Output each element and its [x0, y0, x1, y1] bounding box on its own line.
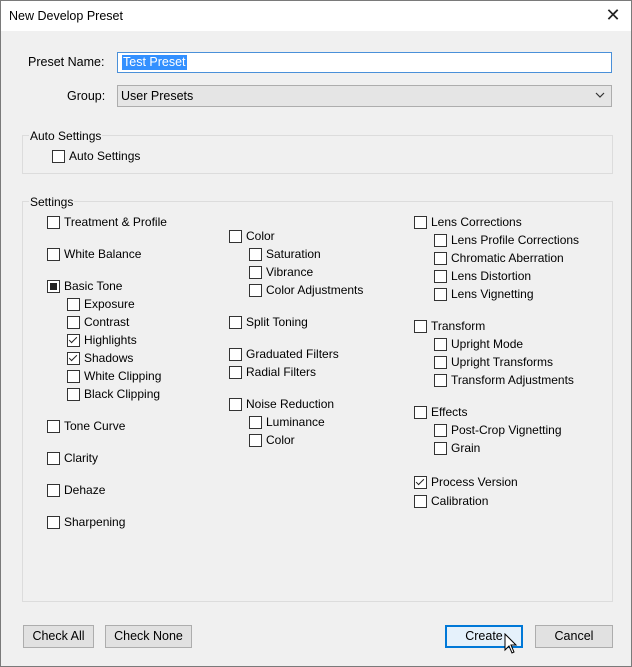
title-bar: New Develop Preset ✕ [1, 1, 631, 31]
checkbox-label: Noise Reduction [246, 397, 335, 411]
checkbox-label: Grain [451, 441, 481, 455]
checkbox-label: Shadows [84, 351, 134, 365]
checkbox-box[interactable] [414, 495, 427, 508]
checkbox-box[interactable] [249, 284, 262, 297]
checkbox-box[interactable] [414, 406, 427, 419]
checkbox-label: Luminance [266, 415, 325, 429]
checkbox-box[interactable] [229, 230, 242, 243]
checkbox-label: Color [266, 433, 295, 447]
checkbox-box[interactable] [67, 370, 80, 383]
check-none-button[interactable]: Check None [105, 625, 192, 648]
checkbox-label: Highlights [84, 333, 137, 347]
auto-settings-legend: Auto Settings [29, 129, 103, 143]
checkbox-label: Lens Profile Corrections [451, 233, 580, 247]
preset-name-label: Preset Name: [28, 55, 105, 69]
window-title: New Develop Preset [9, 9, 123, 23]
checkbox-label: Black Clipping [84, 387, 161, 401]
checkbox-box[interactable] [249, 248, 262, 261]
checkbox-box[interactable] [47, 280, 60, 293]
checkbox-box[interactable] [47, 484, 60, 497]
checkbox-box[interactable] [67, 388, 80, 401]
checkbox-label: Transform Adjustments [451, 373, 574, 387]
checkbox-label: Effects [431, 405, 468, 419]
checkbox-label: Tone Curve [64, 419, 126, 433]
checkbox-box[interactable] [249, 434, 262, 447]
checkbox-box[interactable] [47, 452, 60, 465]
checkbox-box[interactable] [434, 234, 447, 247]
checkbox-box[interactable] [434, 374, 447, 387]
checkbox-label: Post-Crop Vignetting [451, 423, 562, 437]
group-value: User Presets [121, 89, 194, 103]
checkbox-label: Exposure [84, 297, 135, 311]
checkbox-box[interactable] [434, 356, 447, 369]
checkbox-box[interactable] [67, 316, 80, 329]
checkbox-box[interactable] [434, 442, 447, 455]
checkbox-box[interactable] [47, 516, 60, 529]
checkbox-label: Radial Filters [246, 365, 317, 379]
checkbox-box[interactable] [47, 420, 60, 433]
preset-name-input[interactable]: Test Preset [117, 52, 612, 73]
group-label: Group: [67, 89, 106, 103]
group-select[interactable]: User Presets [117, 85, 612, 107]
checkbox-label: Graduated Filters [246, 347, 339, 361]
checkbox-label: Split Toning [246, 315, 308, 329]
checkbox-label: Upright Transforms [451, 355, 554, 369]
preset-name-value: Test Preset [122, 55, 187, 70]
checkbox-box[interactable] [434, 288, 447, 301]
checkbox-label: Sharpening [64, 515, 126, 529]
checkbox-label: Clarity [64, 451, 99, 465]
dialog-window: New Develop Preset ✕ Preset Name: Test P… [0, 0, 632, 667]
checkbox-label: Process Version [431, 475, 518, 489]
checkbox-label: Calibration [431, 494, 489, 508]
chevron-down-icon [595, 92, 605, 98]
check-all-button[interactable]: Check All [23, 625, 94, 648]
settings-legend: Settings [29, 195, 75, 209]
checkbox-label: Lens Vignetting [451, 287, 534, 301]
checkbox-label: Treatment & Profile [64, 215, 167, 229]
checkbox-label: Upright Mode [451, 337, 524, 351]
checkbox-label: Color [246, 229, 275, 243]
checkbox-box[interactable] [67, 334, 80, 347]
checkbox-box[interactable] [434, 338, 447, 351]
checkbox-box[interactable] [229, 348, 242, 361]
checkbox-box[interactable] [52, 150, 65, 163]
mouse-cursor-icon [504, 633, 518, 654]
checkbox-box[interactable] [67, 298, 80, 311]
checkbox-label: Chromatic Aberration [451, 251, 564, 265]
cancel-button[interactable]: Cancel [535, 625, 613, 648]
checkbox-box[interactable] [229, 398, 242, 411]
checkbox-box[interactable] [414, 216, 427, 229]
checkbox-label: Transform [431, 319, 486, 333]
checkbox-box[interactable] [229, 366, 242, 379]
checkbox-box[interactable] [67, 352, 80, 365]
checkbox-label: White Clipping [84, 369, 162, 383]
checkbox-label: Lens Distortion [451, 269, 532, 283]
checkbox-label: Basic Tone [64, 279, 123, 293]
checkbox-box[interactable] [434, 270, 447, 283]
checkbox-box[interactable] [414, 320, 427, 333]
checkbox-label: Contrast [84, 315, 130, 329]
checkbox-box[interactable] [229, 316, 242, 329]
checkbox-box[interactable] [434, 424, 447, 437]
checkbox-box[interactable] [47, 216, 60, 229]
checkbox-box[interactable] [249, 416, 262, 429]
checkbox-box[interactable] [434, 252, 447, 265]
checkbox-label: Auto Settings [69, 149, 141, 163]
close-icon[interactable]: ✕ [601, 4, 625, 28]
checkbox-label: Dehaze [64, 483, 106, 497]
checkbox-box[interactable] [414, 476, 427, 489]
checkbox-box[interactable] [47, 248, 60, 261]
checkbox-label: Color Adjustments [266, 283, 364, 297]
checkbox-label: Vibrance [266, 265, 314, 279]
checkbox-label: Lens Corrections [431, 215, 522, 229]
checkbox-box[interactable] [249, 266, 262, 279]
checkbox-label: White Balance [64, 247, 142, 261]
checkbox-label: Saturation [266, 247, 321, 261]
